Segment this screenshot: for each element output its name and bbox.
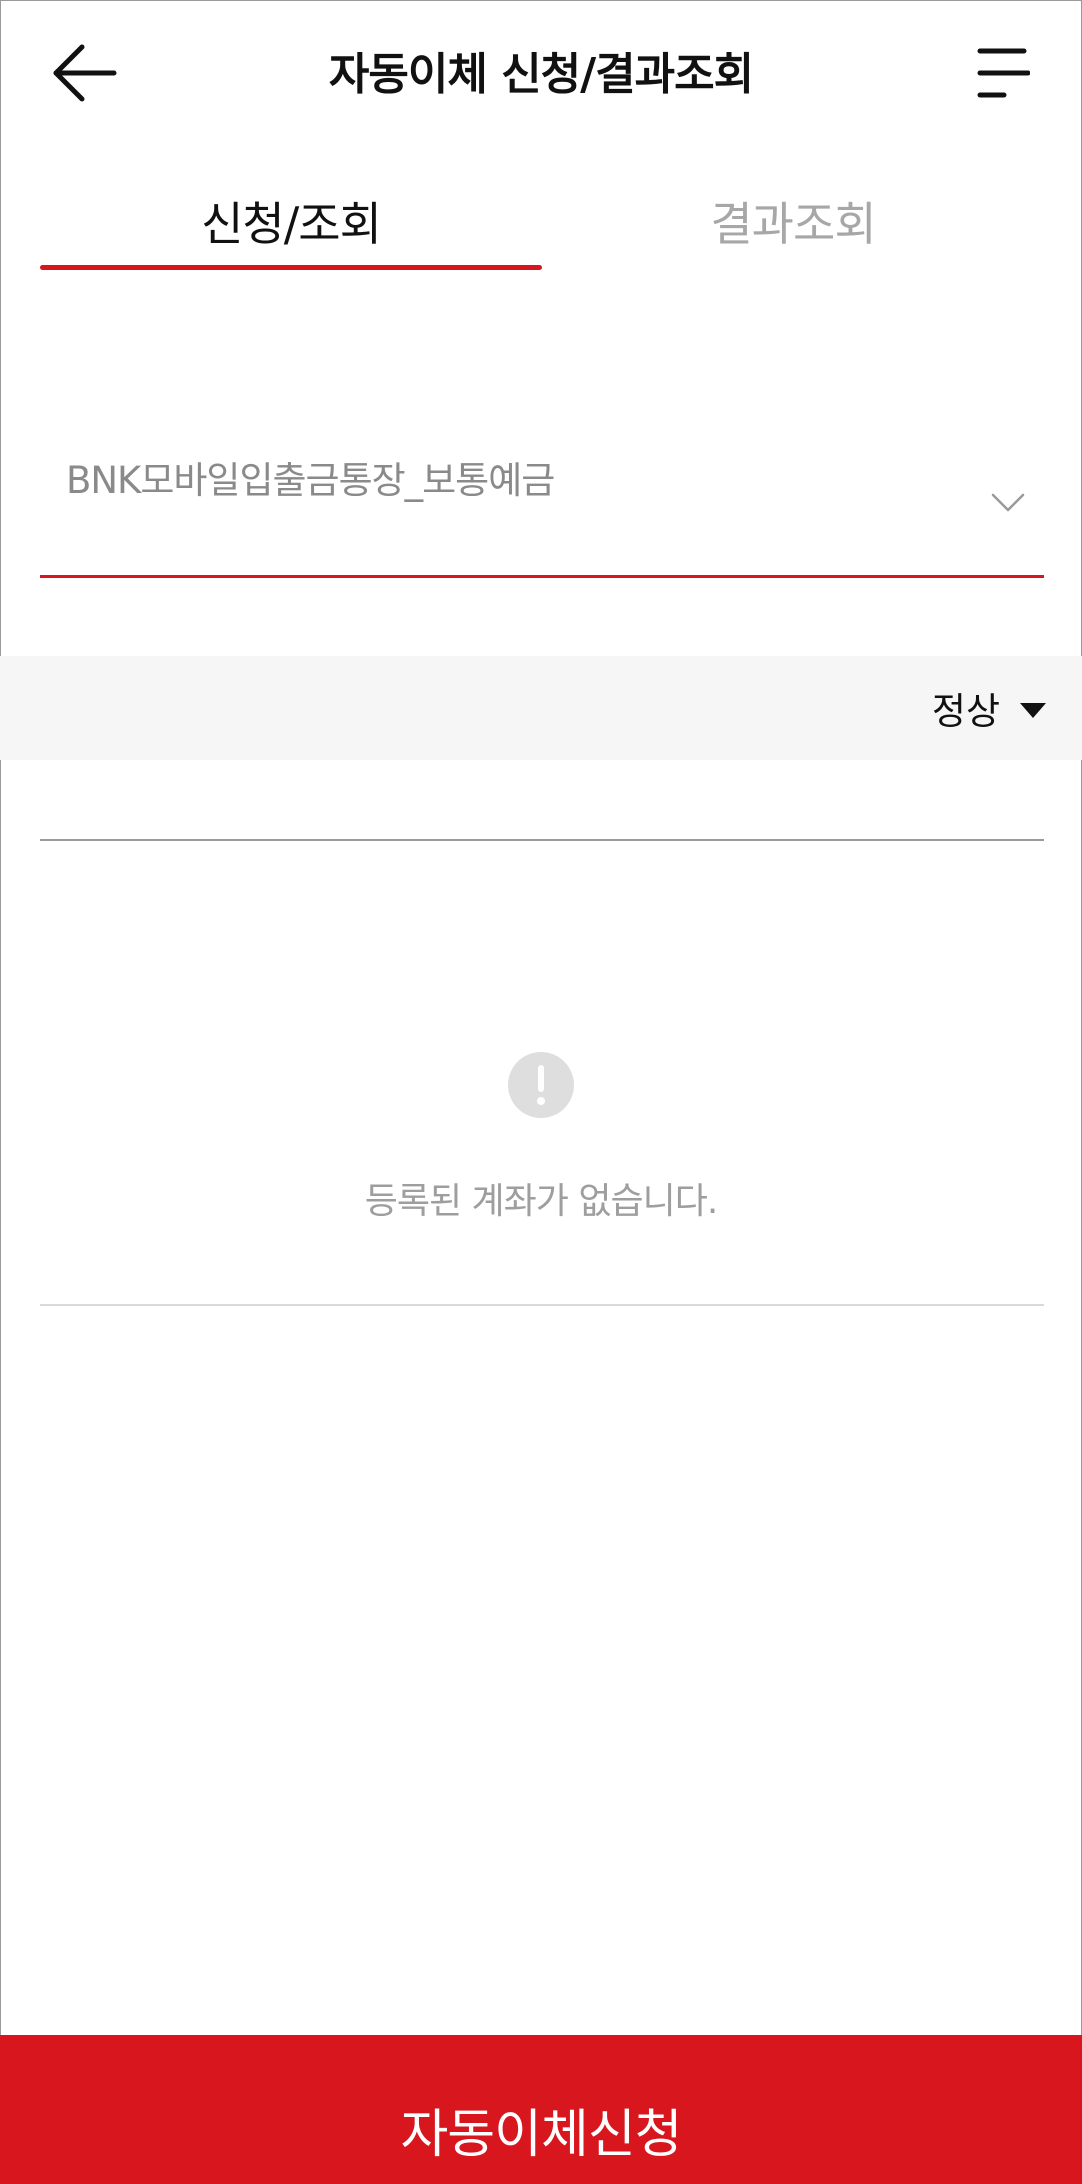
menu-icon: [977, 48, 1030, 97]
menu-button[interactable]: [962, 30, 1042, 115]
tab-apply-inquiry[interactable]: 신청/조회: [40, 170, 542, 270]
status-filter-label: 정상: [931, 690, 1000, 733]
filter-bar: 정상: [0, 656, 1082, 760]
chevron-down-icon: [991, 493, 1025, 512]
caret-down-icon: [1020, 702, 1046, 718]
tab-bar: 신청/조회 결과조회: [40, 170, 1044, 270]
empty-state-message: 등록된 계좌가 없습니다.: [364, 1181, 719, 1222]
list-divider-top: [40, 839, 1044, 841]
account-select[interactable]: BNK모바일입출금통장_보통예금: [40, 430, 1044, 578]
apply-auto-transfer-button[interactable]: 자동이체신청: [0, 2035, 1082, 2184]
app-header: 자동이체 신청/결과조회: [0, 0, 1082, 145]
tab-result-inquiry[interactable]: 결과조회: [542, 170, 1044, 270]
list-divider-bottom: [40, 1304, 1044, 1306]
page-title: 자동이체 신청/결과조회: [328, 49, 754, 100]
alert-circle-icon: [508, 1052, 574, 1118]
active-tab-indicator: [40, 265, 542, 270]
account-select-value: BNK모바일입출금통장_보통예금: [66, 459, 555, 502]
status-filter-dropdown[interactable]: 정상: [932, 681, 1046, 735]
